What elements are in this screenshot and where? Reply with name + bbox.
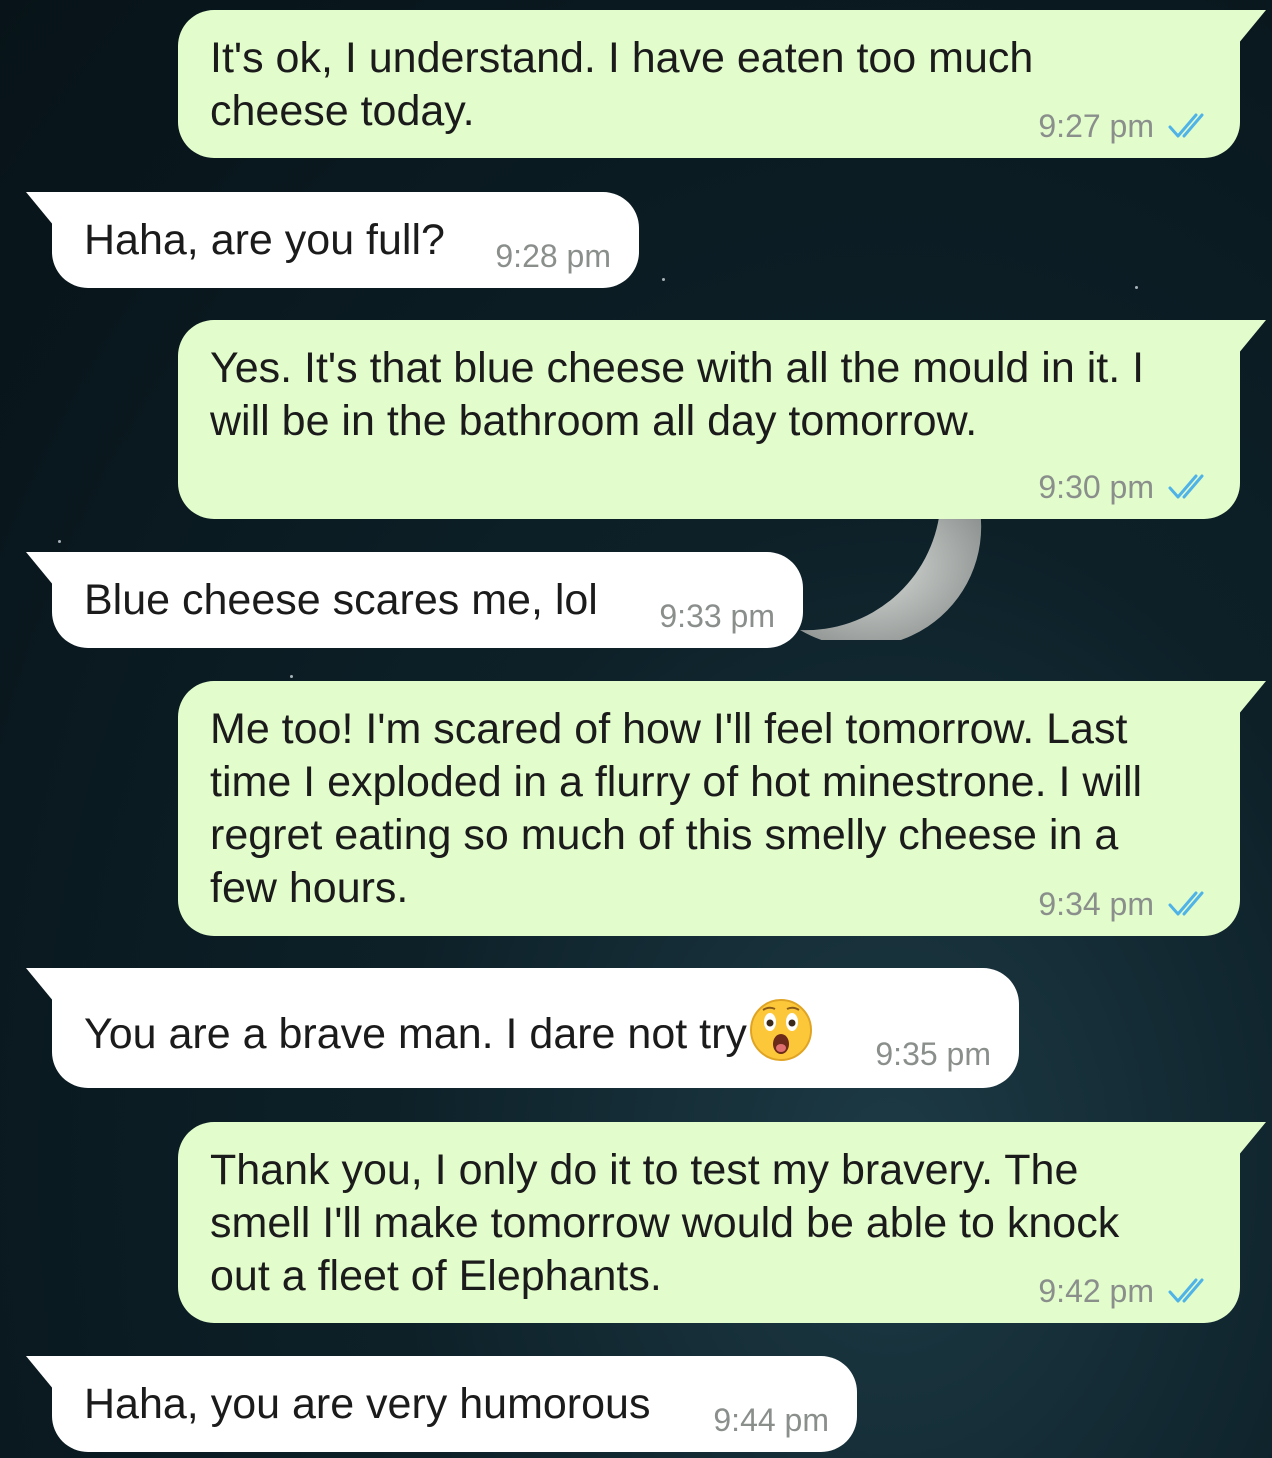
message-text: Yes. It's that blue cheese with all the … (210, 344, 1145, 445)
message-time: 9:35 pm (875, 1036, 991, 1072)
message-text-row: You are a brave man. I dare not try (84, 998, 989, 1075)
message-meta: 9:35 pm (875, 1034, 991, 1074)
read-double-check-icon (1168, 890, 1212, 918)
outgoing-message[interactable]: Thank you, I only do it to test my brave… (178, 1122, 1266, 1323)
message-meta: 9:44 pm (713, 1400, 829, 1440)
message-meta: 9:28 pm (495, 236, 611, 276)
astonished-face-icon (749, 998, 813, 1075)
message-time: 9:27 pm (1038, 108, 1154, 144)
message-time: 9:42 pm (1038, 1273, 1154, 1309)
message-meta: 9:34 pm (1038, 884, 1212, 924)
incoming-message[interactable]: Blue cheese scares me, lol 9:33 pm (26, 552, 803, 648)
message-time: 9:33 pm (659, 598, 775, 634)
background-star (290, 675, 293, 678)
incoming-message[interactable]: Haha, are you full? 9:28 pm (26, 192, 639, 288)
background-star (662, 278, 665, 281)
message-meta: 9:42 pm (1038, 1271, 1212, 1311)
outgoing-message[interactable]: Yes. It's that blue cheese with all the … (178, 320, 1266, 519)
incoming-message[interactable]: You are a brave man. I dare not try 9:35… (26, 968, 1019, 1088)
message-time: 9:28 pm (495, 238, 611, 274)
message-meta: 9:30 pm (1038, 467, 1212, 507)
message-meta: 9:27 pm (1038, 106, 1212, 146)
message-time: 9:44 pm (713, 1402, 829, 1438)
outgoing-message[interactable]: Me too! I'm scared of how I'll feel tomo… (178, 681, 1266, 936)
background-star (1135, 286, 1138, 289)
message-meta: 9:33 pm (659, 596, 775, 636)
message-time: 9:34 pm (1038, 886, 1154, 922)
message-time: 9:30 pm (1038, 469, 1154, 505)
read-double-check-icon (1168, 112, 1212, 140)
message-text: You are a brave man. I dare not try (84, 1009, 747, 1058)
incoming-message[interactable]: Haha, you are very humorous 9:44 pm (26, 1356, 857, 1452)
read-double-check-icon (1168, 473, 1212, 501)
outgoing-message[interactable]: It's ok, I understand. I have eaten too … (178, 10, 1266, 158)
read-double-check-icon (1168, 1277, 1212, 1305)
background-star (58, 540, 61, 543)
